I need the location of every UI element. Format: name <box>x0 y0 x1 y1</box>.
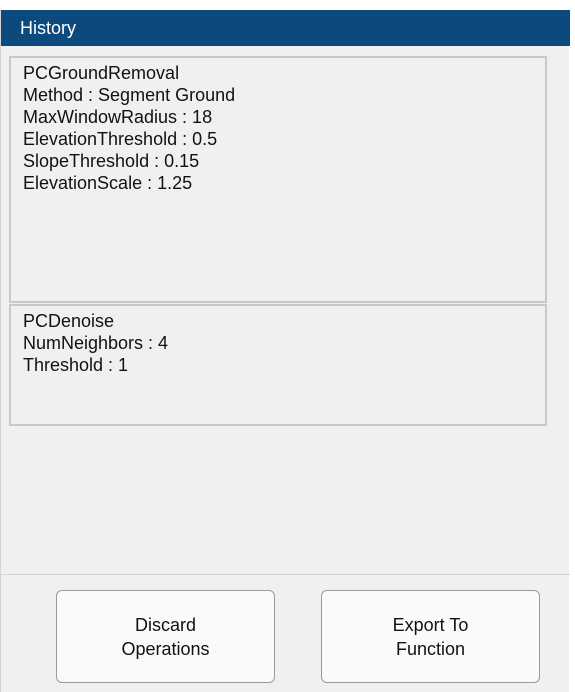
operation-param: NumNeighbors : 4 <box>23 333 169 353</box>
history-item-ground-removal[interactable]: PCGroundRemoval Method : Segment Ground … <box>9 56 547 303</box>
operation-param: Method : Segment Ground <box>23 85 236 105</box>
panel-title: History <box>1 10 570 46</box>
history-item-denoise[interactable]: PCDenoise NumNeighbors : 4 Threshold : 1 <box>9 304 547 426</box>
button-label-line: Operations <box>121 638 210 659</box>
button-label-line: Discard <box>134 614 196 635</box>
footer-divider <box>1 574 570 575</box>
operation-param: ElevationScale : 1.25 <box>23 173 193 193</box>
operation-param: SlopeThreshold : 0.15 <box>23 151 200 171</box>
button-label-line: Export To <box>392 614 469 635</box>
history-list: PCGroundRemoval Method : Segment Ground … <box>9 56 547 426</box>
button-label-line: Function <box>395 638 466 659</box>
operation-name: PCDenoise <box>23 311 115 331</box>
history-panel: History PCGroundRemoval Method : Segment… <box>0 10 570 692</box>
operation-name: PCGroundRemoval <box>23 63 180 83</box>
operation-param: Threshold : 1 <box>23 355 129 375</box>
operation-param: MaxWindowRadius : 18 <box>23 107 213 127</box>
discard-operations-button[interactable]: Discard Operations <box>56 590 275 683</box>
export-to-function-button[interactable]: Export To Function <box>321 590 540 683</box>
operation-param: ElevationThreshold : 0.5 <box>23 129 218 149</box>
